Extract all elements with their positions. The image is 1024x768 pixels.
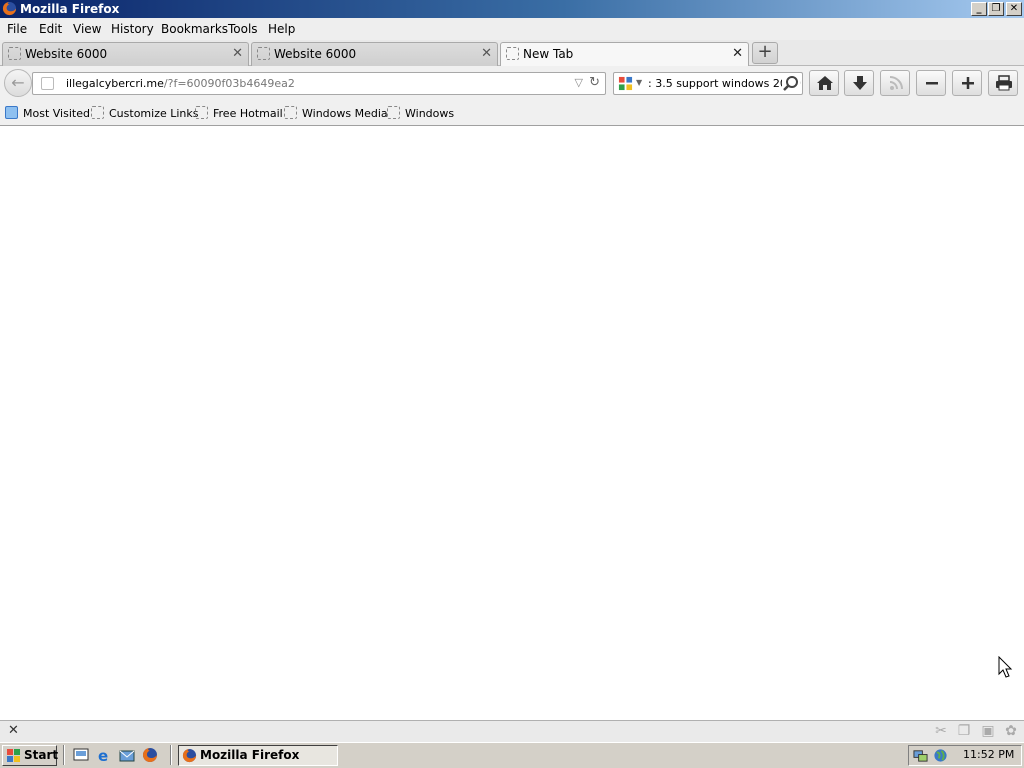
window-title: Mozilla Firefox bbox=[20, 2, 120, 16]
start-label: Start bbox=[24, 748, 59, 762]
print-icon bbox=[996, 75, 1012, 91]
google-icon[interactable] bbox=[618, 76, 633, 91]
menu-history[interactable]: History bbox=[111, 22, 154, 36]
zoom-in-icon bbox=[962, 77, 974, 89]
windows-logo-icon bbox=[7, 749, 20, 762]
close-find-bar-icon[interactable]: ✕ bbox=[8, 723, 19, 738]
mouse-cursor-icon bbox=[998, 656, 1013, 678]
downloads-button[interactable] bbox=[844, 70, 874, 96]
tab-website-6000-2[interactable]: Website 6000 ✕ bbox=[251, 42, 498, 66]
url-path: /?f=60090f03b4649ea2 bbox=[163, 77, 295, 90]
zoom-out-icon bbox=[926, 82, 938, 85]
restore-button[interactable]: ❐ bbox=[988, 2, 1004, 16]
engine-dropdown-icon[interactable]: ▼ bbox=[636, 78, 642, 87]
close-button[interactable]: ✕ bbox=[1006, 2, 1022, 16]
close-tab-icon[interactable]: ✕ bbox=[232, 46, 243, 61]
menu-help[interactable]: Help bbox=[268, 22, 295, 36]
site-identity-icon[interactable] bbox=[41, 77, 54, 90]
svg-text:e: e bbox=[98, 747, 108, 763]
feed-icon bbox=[889, 76, 903, 90]
new-tab-button[interactable]: + bbox=[752, 42, 778, 64]
firefox-icon bbox=[182, 748, 197, 763]
reload-icon[interactable]: ↻ bbox=[589, 75, 600, 90]
close-tab-icon[interactable]: ✕ bbox=[481, 46, 492, 61]
taskbar-separator bbox=[63, 745, 65, 765]
back-button[interactable]: ← bbox=[4, 69, 32, 97]
tab-label: New Tab bbox=[523, 47, 574, 61]
download-icon bbox=[853, 76, 867, 90]
outlook-express-icon[interactable] bbox=[119, 747, 135, 763]
menu-tools[interactable]: Tools bbox=[228, 22, 258, 36]
page-content[interactable] bbox=[0, 127, 1024, 720]
clock: 11:52 PM bbox=[963, 748, 1015, 761]
page-icon bbox=[506, 47, 519, 60]
most-visited-icon bbox=[5, 106, 18, 119]
cut-icon[interactable]: ✂ bbox=[933, 723, 949, 739]
bookmark-windows-media[interactable]: Windows Media bbox=[284, 106, 388, 122]
menu-file[interactable]: File bbox=[7, 22, 27, 36]
tab-label: Website 6000 bbox=[25, 47, 108, 61]
bookmark-label: Free Hotmail bbox=[213, 107, 283, 120]
page-icon bbox=[91, 106, 104, 119]
tab-label: Website 6000 bbox=[274, 47, 357, 61]
page-icon bbox=[257, 47, 270, 60]
internet-explorer-icon[interactable]: e bbox=[96, 747, 112, 763]
url-bar[interactable]: illegalcybercri.me/?f=60090f03b4649ea2 ▽… bbox=[32, 72, 606, 95]
close-tab-icon[interactable]: ✕ bbox=[732, 46, 743, 61]
find-bar: ✕ bbox=[0, 720, 1024, 742]
page-icon bbox=[8, 47, 21, 60]
paste-icon[interactable]: ▣ bbox=[980, 723, 996, 739]
bookmark-free-hotmail[interactable]: Free Hotmail bbox=[195, 106, 283, 122]
home-icon bbox=[817, 76, 833, 90]
bookmark-label: Most Visited bbox=[23, 107, 90, 120]
taskbar-item-firefox[interactable]: Mozilla Firefox bbox=[178, 745, 338, 766]
title-bar[interactable]: Mozilla Firefox bbox=[0, 0, 1024, 18]
taskbar-separator bbox=[170, 745, 172, 765]
url-text[interactable]: illegalcybercri.me/?f=60090f03b4649ea2 bbox=[66, 77, 295, 90]
search-bar[interactable]: ▼ : 3.5 support windows 2000 bbox=[613, 72, 803, 95]
print-button[interactable] bbox=[988, 70, 1018, 96]
zoom-in-button[interactable] bbox=[952, 70, 982, 96]
menu-view[interactable]: View bbox=[73, 22, 101, 36]
bookmark-label: Customize Links bbox=[109, 107, 199, 120]
bookmark-windows[interactable]: Windows bbox=[387, 106, 454, 122]
page-icon bbox=[195, 106, 208, 119]
search-icon[interactable] bbox=[782, 75, 800, 93]
firefox-quicklaunch-icon[interactable] bbox=[142, 747, 158, 763]
page-icon bbox=[387, 106, 400, 119]
globe-icon[interactable] bbox=[933, 748, 948, 763]
history-dropdown-icon[interactable]: ▽ bbox=[575, 76, 583, 89]
minimize-button[interactable]: _ bbox=[971, 2, 987, 16]
start-button[interactable]: Start bbox=[2, 745, 59, 766]
bookmark-label: Windows bbox=[405, 107, 455, 120]
tab-website-6000-1[interactable]: Website 6000 ✕ bbox=[2, 42, 249, 66]
zoom-out-button[interactable] bbox=[916, 70, 946, 96]
bookmark-label: Windows Media bbox=[302, 107, 388, 120]
bookmark-customize-links[interactable]: Customize Links bbox=[91, 106, 199, 122]
home-button[interactable] bbox=[809, 70, 839, 96]
feed-button[interactable] bbox=[880, 70, 910, 96]
network-icon[interactable] bbox=[913, 748, 928, 763]
page-icon bbox=[284, 106, 297, 119]
search-input[interactable]: : 3.5 support windows 2000 bbox=[648, 77, 801, 90]
copy-icon[interactable]: ❐ bbox=[956, 723, 972, 739]
bookmark-most-visited[interactable]: Most Visited bbox=[5, 106, 90, 122]
firefox-icon bbox=[2, 1, 17, 16]
menu-bookmarks[interactable]: Bookmarks bbox=[161, 22, 228, 36]
url-host: illegalcybercri.me bbox=[66, 77, 164, 90]
addon-icon[interactable]: ✿ bbox=[1003, 723, 1019, 739]
show-desktop-icon[interactable] bbox=[73, 747, 89, 763]
menu-edit[interactable]: Edit bbox=[39, 22, 62, 36]
task-label: Mozilla Firefox bbox=[200, 748, 300, 762]
system-tray: 11:52 PM bbox=[908, 745, 1022, 766]
tab-new-tab[interactable]: New Tab ✕ bbox=[500, 42, 749, 67]
